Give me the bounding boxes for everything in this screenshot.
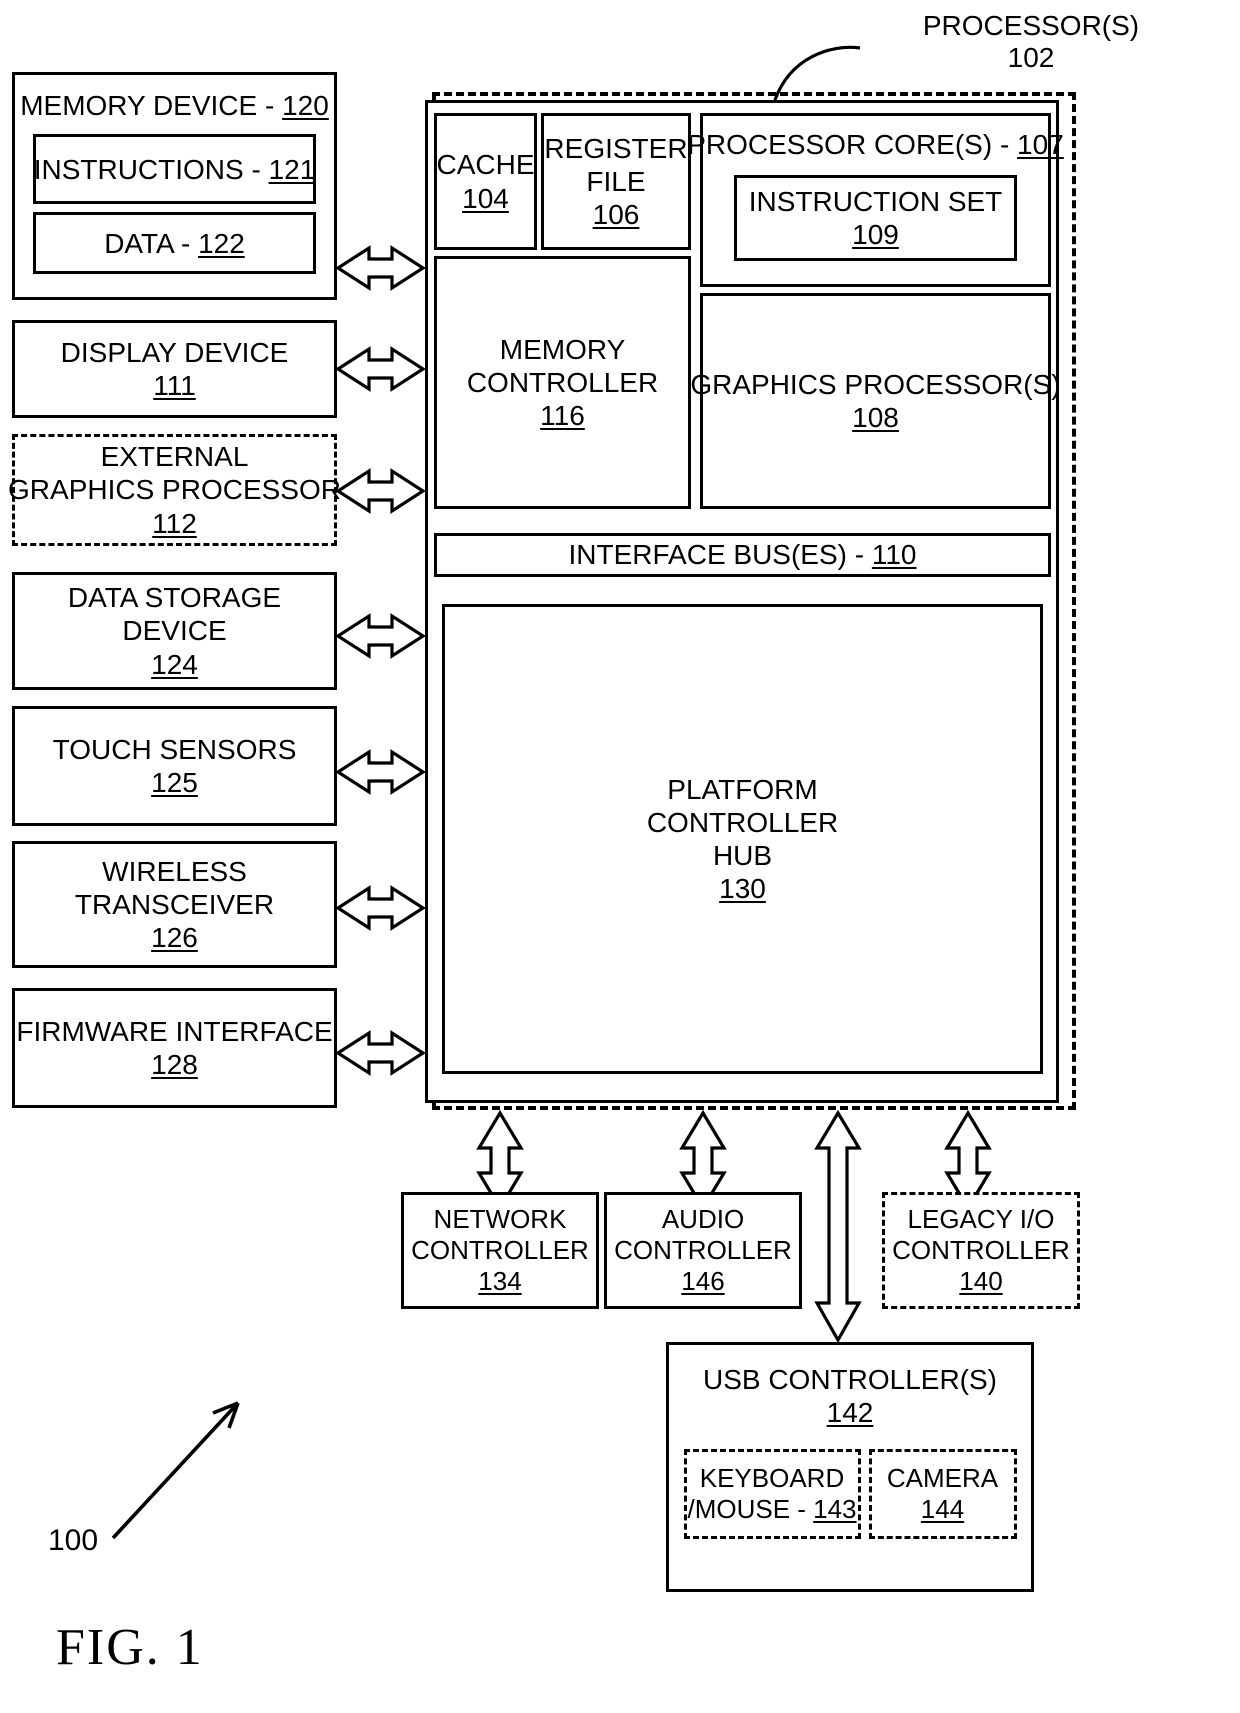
platform-controller-hub-label-1: PLATFORM	[667, 773, 818, 805]
instruction-set-box: INSTRUCTION SET 109	[734, 175, 1017, 262]
network-controller-label-1: NETWORK	[433, 1204, 567, 1235]
cache-ref: 104	[462, 182, 509, 214]
graphics-processor-box: GRAPHICS PROCESSOR(S) 108	[690, 293, 1061, 509]
usb-controller-box: USB CONTROLLER(S) 142 KEYBOARD /MOUSE - …	[666, 1342, 1034, 1592]
firmware-interface-box: FIRMWARE INTERFACE 128	[12, 988, 337, 1108]
touch-sensors-label: TOUCH SENSORS	[52, 733, 297, 765]
audio-controller-box: AUDIO CONTROLLER 146	[604, 1192, 802, 1309]
cache-label: CACHE	[436, 149, 535, 181]
register-file-label-2: FILE	[586, 165, 646, 197]
wireless-transceiver-box: WIRELESS TRANSCEIVER 126	[12, 841, 337, 968]
instruction-set-ref: 109	[852, 219, 899, 251]
interface-bus-label: INTERFACE BUS(ES) - 110	[568, 539, 917, 571]
memory-device-label: MEMORY DEVICE - 120	[20, 90, 329, 121]
processor-callout-ref: 102	[1007, 42, 1055, 73]
interface-bus-box: INTERFACE BUS(ES) - 110	[434, 533, 1051, 577]
arrow-firmware-interface	[335, 1030, 426, 1076]
memory-controller-box: MEMORY CONTROLLER 116	[434, 256, 691, 509]
data-box: DATA - 122	[33, 212, 316, 275]
data-storage-device-box: DATA STORAGE DEVICE 124	[12, 572, 337, 690]
data-label: DATA - 122	[104, 227, 245, 259]
graphics-processor-label: GRAPHICS PROCESSOR(S)	[690, 368, 1061, 400]
memory-device-box: MEMORY DEVICE - 120 INSTRUCTIONS - 121 D…	[12, 72, 337, 300]
platform-controller-hub-label-3: HUB	[712, 840, 773, 871]
data-storage-device-label-1: DATA STORAGE	[67, 582, 282, 614]
camera-label: CAMERA	[886, 1463, 999, 1494]
register-file-label-1: REGISTER	[544, 132, 688, 164]
usb-children-row: KEYBOARD /MOUSE - 143 CAMERA 144	[683, 1449, 1017, 1540]
arrow-data-storage-device	[335, 613, 426, 659]
network-controller-ref: 134	[478, 1265, 522, 1296]
firmware-interface-ref: 128	[151, 1049, 198, 1080]
memory-controller-ref: 116	[540, 400, 585, 432]
camera-box: CAMERA 144	[868, 1449, 1017, 1540]
network-controller-box: NETWORK CONTROLLER 134	[401, 1192, 599, 1309]
usb-controller-ref: 142	[826, 1397, 874, 1429]
processor-callout-title: PROCESSOR(S)	[922, 10, 1140, 41]
instructions-box: INSTRUCTIONS - 121	[33, 134, 316, 205]
legacy-io-controller-label-1: LEGACY I/O	[907, 1204, 1055, 1235]
legacy-io-controller-label-2: CONTROLLER	[892, 1235, 1070, 1266]
register-file-box: REGISTER FILE 106	[541, 113, 691, 250]
touch-sensors-ref: 125	[151, 767, 198, 798]
arrow-external-graphics-processor	[335, 468, 426, 514]
audio-controller-label-1: AUDIO	[661, 1204, 745, 1235]
external-graphics-processor-ref: 112	[152, 507, 197, 539]
data-storage-device-ref: 124	[151, 648, 198, 680]
audio-controller-ref: 146	[681, 1265, 725, 1296]
external-graphics-processor-label-2: GRAPHICS PROCESSOR	[8, 474, 341, 506]
arrow-usb-controller	[814, 1109, 862, 1344]
network-controller-label-2: CONTROLLER	[411, 1235, 589, 1266]
system-ref-leader	[111, 1401, 240, 1540]
audio-controller-label-2: CONTROLLER	[614, 1235, 792, 1266]
system-ref-label: 100	[48, 1524, 99, 1557]
wireless-transceiver-label-1: WIRELESS	[102, 855, 247, 887]
instructions-label: INSTRUCTIONS - 121	[33, 153, 316, 185]
usb-controller-label: USB CONTROLLER(S)	[702, 1364, 998, 1395]
legacy-io-controller-box: LEGACY I/O CONTROLLER 140	[882, 1192, 1080, 1309]
platform-controller-hub-box: PLATFORM CONTROLLER HUB 130	[442, 604, 1043, 1074]
keyboard-mouse-box: KEYBOARD /MOUSE - 143	[683, 1449, 861, 1540]
memory-controller-label-1: MEMORY	[499, 333, 626, 365]
figure-label: FIG. 1	[56, 1619, 204, 1676]
wireless-transceiver-label-2: TRANSCEIVER	[74, 888, 275, 920]
platform-controller-hub-ref: 130	[719, 873, 766, 905]
keyboard-mouse-label-2: /MOUSE - 143	[687, 1494, 857, 1525]
firmware-interface-label: FIRMWARE INTERFACE	[16, 1015, 333, 1047]
keyboard-mouse-label-1: KEYBOARD	[699, 1463, 845, 1494]
display-device-box: DISPLAY DEVICE 111	[12, 320, 337, 418]
external-graphics-processor-box: EXTERNAL GRAPHICS PROCESSOR 112	[8, 434, 341, 546]
processor-cores-box: PROCESSOR CORE(S) - 107 INSTRUCTION SET …	[687, 113, 1064, 287]
data-storage-device-label-2: DEVICE	[122, 615, 227, 647]
camera-ref: 144	[920, 1494, 965, 1525]
wireless-transceiver-ref: 126	[151, 922, 198, 954]
memory-controller-label-2: CONTROLLER	[466, 366, 659, 398]
external-graphics-processor-label-1: EXTERNAL	[100, 441, 249, 473]
processor-cores-label: PROCESSOR CORE(S) - 107	[687, 129, 1064, 160]
arrow-wireless-transceiver	[335, 885, 426, 931]
processor-dashed-top	[432, 92, 1076, 96]
instruction-set-label: INSTRUCTION SET	[748, 186, 1003, 217]
arrow-memory-device	[335, 245, 426, 291]
touch-sensors-box: TOUCH SENSORS 125	[12, 706, 337, 826]
arrow-touch-sensors	[335, 749, 426, 795]
processor-callout: PROCESSOR(S) 102	[866, 10, 1196, 74]
register-file-ref: 106	[592, 199, 640, 231]
legacy-io-controller-ref: 140	[959, 1265, 1003, 1296]
arrow-display-device	[335, 346, 426, 392]
display-device-ref: 111	[153, 370, 196, 401]
patent-figure-page: PROCESSOR(S) 102 MEMORY DEVICE - 120 INS…	[0, 0, 1240, 1713]
platform-controller-hub-label-2: CONTROLLER	[646, 806, 839, 838]
display-device-label: DISPLAY DEVICE	[60, 336, 289, 368]
cache-box: CACHE 104	[434, 113, 537, 250]
graphics-processor-ref: 108	[852, 402, 899, 433]
